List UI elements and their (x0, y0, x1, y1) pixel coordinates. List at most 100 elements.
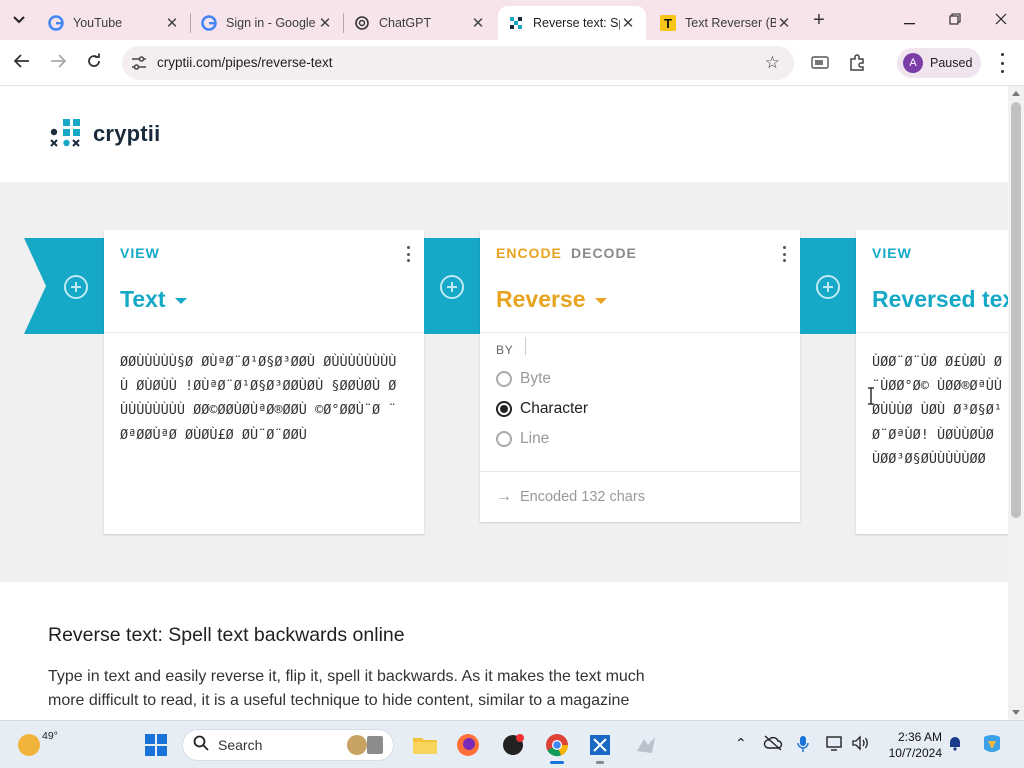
system-clock[interactable]: 2:36 AM 10/7/2024 (880, 729, 942, 761)
site-info-icon[interactable] (128, 52, 150, 74)
option-character[interactable]: Character (496, 400, 588, 418)
status-text: Encoded 132 chars (520, 489, 645, 505)
pipe-workspace: VIEW Text ØØÙÙÙÙÙ§Ø ØÙªØ¨Ø¹Ø§Ø³ØØÙ ØÙÙÙÙ… (0, 182, 1024, 582)
encode-tab[interactable]: ENCODE (496, 245, 562, 261)
tab-search-button[interactable] (6, 7, 32, 33)
more-options-icon[interactable] (782, 246, 786, 262)
brick-name: Reversed text (872, 286, 1023, 312)
minimize-button[interactable] (886, 0, 932, 40)
app-icon[interactable] (585, 730, 615, 764)
brick-name: Reverse (496, 286, 586, 312)
page-scrollbar[interactable] (1008, 86, 1024, 720)
brick-header: VIEW Reversed text (856, 230, 1024, 333)
browser-toolbar: cryptii.com/pipes/reverse-text ☆ A Pause… (0, 40, 1024, 86)
more-options-icon[interactable] (406, 246, 410, 262)
plus-icon: + (813, 8, 825, 31)
tab-reverse-text[interactable]: Reverse text: Spell ✕ (498, 6, 646, 40)
option-label: Byte (520, 370, 552, 387)
tab-title: ChatGPT (379, 16, 432, 30)
by-label: BY (496, 343, 514, 357)
tab-text-reverser[interactable]: T Text Reverser (Bac ✕ (650, 6, 802, 40)
avatar: A (903, 53, 923, 73)
restore-button[interactable] (932, 0, 978, 40)
radio-button[interactable] (496, 431, 512, 447)
search-highlight-icon (345, 733, 387, 762)
reload-icon (86, 53, 102, 74)
add-brick-icon[interactable] (440, 275, 464, 299)
file-explorer-icon[interactable] (410, 730, 440, 760)
cryptii-logo-icon (50, 118, 84, 150)
google-g-icon (201, 15, 217, 31)
url-text: cryptii.com/pipes/reverse-text (157, 55, 333, 70)
cast-icon[interactable] (808, 51, 832, 75)
microphone-icon[interactable] (797, 735, 809, 756)
site-header: cryptii (0, 86, 1008, 182)
scroll-up-icon[interactable] (1012, 91, 1020, 96)
chevron-up-icon[interactable]: ⌃ (735, 735, 747, 752)
running-indicator (596, 761, 604, 764)
brick-name: Text (120, 286, 166, 312)
app-icon[interactable] (498, 730, 528, 760)
radio-button-selected[interactable] (496, 401, 512, 417)
add-brick-icon[interactable] (816, 275, 840, 299)
brick-kind-label: VIEW (120, 245, 160, 261)
volume-icon[interactable] (851, 735, 871, 754)
input-textarea[interactable]: ØØÙÙÙÙÙ§Ø ØÙªØ¨Ø¹Ø§Ø³ØØÙ ØÙÙÙÙÙÙÙÙÙ ØÙØÙ… (120, 350, 400, 447)
option-line[interactable]: Line (496, 430, 549, 448)
tab-google-signin[interactable]: Sign in - Google ✕ (191, 6, 343, 40)
chrome-icon[interactable] (542, 730, 572, 764)
monitor-icon[interactable] (826, 735, 846, 754)
close-icon[interactable]: ✕ (470, 15, 486, 32)
close-icon[interactable]: ✕ (317, 15, 333, 32)
profile-button[interactable]: A Paused (897, 48, 981, 78)
brick-type-selector[interactable]: Text (120, 286, 187, 313)
window-close-button[interactable] (978, 0, 1024, 40)
output-text-brick: VIEW Reversed text ÙØØ¨Ø¨ÙØ Ø£ÙØÙ Ø¨ÙØØ°… (856, 230, 1024, 534)
sun-cloud-icon (18, 734, 40, 756)
clock-date: 10/7/2024 (888, 746, 942, 760)
scrollbar-thumb[interactable] (1011, 102, 1021, 518)
windows-taskbar: 49° Search ⌃ 2:36 AM 10/7/2024 (0, 720, 1024, 768)
scroll-down-icon[interactable] (1012, 710, 1020, 715)
brick-type-selector[interactable]: Reverse (496, 286, 607, 313)
logo-text: cryptii (93, 121, 161, 146)
arrow-right-icon (50, 53, 67, 73)
add-brick-icon[interactable] (64, 275, 88, 299)
forward-button[interactable] (44, 49, 72, 77)
radio-button[interactable] (496, 371, 512, 387)
reload-button[interactable] (80, 49, 108, 77)
close-icon[interactable]: ✕ (164, 15, 180, 32)
address-bar[interactable]: cryptii.com/pipes/reverse-text ☆ (122, 46, 794, 80)
start-button[interactable] (141, 730, 171, 760)
windows-logo-icon (145, 734, 167, 756)
arrow-right-icon: → (496, 488, 512, 505)
notification-bell-icon[interactable] (948, 735, 962, 754)
brick-type-selector[interactable]: Reversed text (872, 286, 1023, 313)
search-label: Search (218, 737, 263, 753)
copilot-icon[interactable] (980, 733, 1004, 758)
article-heading: Reverse text: Spell text backwards onlin… (48, 624, 405, 646)
cloud-offline-icon[interactable] (763, 735, 783, 754)
extensions-puzzle-icon[interactable] (845, 51, 869, 75)
weather-widget[interactable]: 49° (18, 730, 58, 756)
running-indicator (550, 761, 564, 764)
clock-time: 2:36 AM (897, 730, 942, 744)
page-viewport: cryptii VIEW Text ØØÙÙÙÙÙ§Ø ØÙªØ¨Ø¹Ø§Ø³Ø… (0, 86, 1024, 720)
browser-menu-icon[interactable] (990, 53, 1014, 73)
app-icon[interactable] (631, 730, 661, 760)
bookmark-star-icon[interactable]: ☆ (765, 53, 780, 73)
firefox-icon[interactable] (453, 730, 483, 760)
close-icon[interactable]: ✕ (776, 15, 792, 32)
option-byte[interactable]: Byte (496, 370, 551, 388)
profile-status: Paused (930, 56, 973, 70)
tab-youtube[interactable]: YouTube ✕ (38, 6, 190, 40)
site-logo[interactable]: cryptii (50, 118, 160, 150)
new-tab-button[interactable]: + (808, 9, 830, 31)
tab-chatgpt[interactable]: ChatGPT ✕ (344, 6, 496, 40)
input-text-brick: VIEW Text ØØÙÙÙÙÙ§Ø ØÙªØ¨Ø¹Ø§Ø³ØØÙ ØÙÙÙÙ… (104, 230, 424, 534)
back-button[interactable] (8, 49, 36, 77)
decode-tab[interactable]: DECODE (571, 245, 637, 261)
output-textarea[interactable]: ÙØØ¨Ø¨ÙØ Ø£ÙØÙ Ø¨ÙØØ°Ø© ÙØØ®ØªÙÙØÙÙÙØ ÙØ… (872, 350, 1008, 471)
taskbar-search[interactable]: Search (182, 729, 394, 761)
close-icon[interactable]: ✕ (620, 15, 636, 32)
